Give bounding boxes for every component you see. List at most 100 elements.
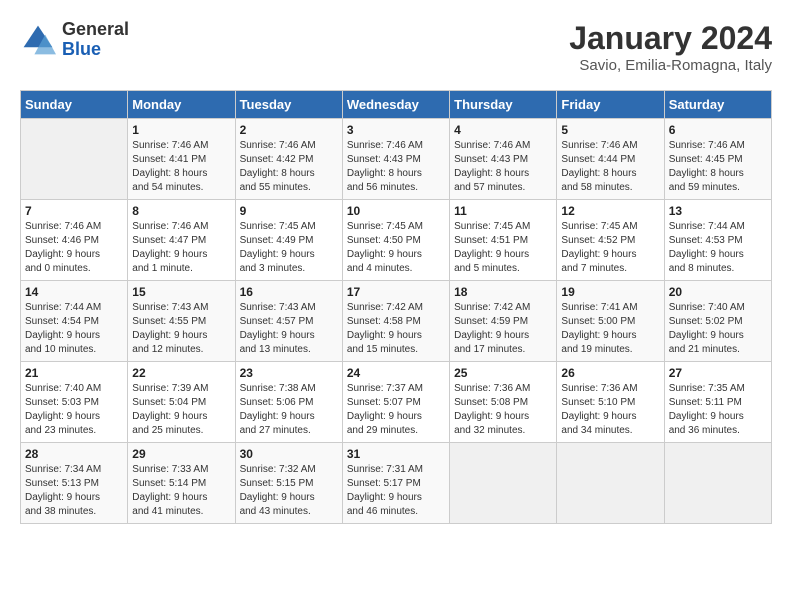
day-number: 8 xyxy=(132,204,230,218)
logo-icon xyxy=(20,22,56,58)
weekday-header-tuesday: Tuesday xyxy=(235,91,342,119)
calendar-cell: 18 Sunrise: 7:42 AM Sunset: 4:59 PM Dayli… xyxy=(450,281,557,362)
weekday-header-row: SundayMondayTuesdayWednesdayThursdayFrid… xyxy=(21,91,772,119)
day-number: 27 xyxy=(669,366,767,380)
location-title: Savio, Emilia-Romagna, Italy xyxy=(569,57,772,74)
cell-info: Sunrise: 7:45 AM Sunset: 4:49 PM Dayligh… xyxy=(240,220,338,276)
calendar-cell: 10 Sunrise: 7:45 AM Sunset: 4:50 PM Dayli… xyxy=(342,200,449,281)
calendar-cell: 30Sunrise: 7:32 AM Sunset: 5:15 PM Dayli… xyxy=(235,443,342,524)
cell-info: Sunrise: 7:46 AM Sunset: 4:42 PM Dayligh… xyxy=(240,139,338,195)
day-number: 1 xyxy=(132,123,230,137)
calendar-cell xyxy=(557,443,664,524)
day-number: 15 xyxy=(132,285,230,299)
calendar-cell: 12 Sunrise: 7:45 AM Sunset: 4:52 PM Dayli… xyxy=(557,200,664,281)
day-number: 12 xyxy=(561,204,659,218)
cell-info: Sunrise: 7:33 AM Sunset: 5:14 PM Dayligh… xyxy=(132,463,230,519)
cell-info: Sunrise: 7:46 AM Sunset: 4:44 PM Dayligh… xyxy=(561,139,659,195)
month-title: January 2024 xyxy=(569,20,772,57)
calendar-cell: 29 Sunrise: 7:33 AM Sunset: 5:14 PM Dayli… xyxy=(128,443,235,524)
calendar-cell: 7 Sunrise: 7:46 AM Sunset: 4:46 PM Daylig… xyxy=(21,200,128,281)
day-number: 6 xyxy=(669,123,767,137)
cell-info: Sunrise: 7:45 AM Sunset: 4:50 PM Dayligh… xyxy=(347,220,445,276)
cell-info: Sunrise: 7:46 AM Sunset: 4:41 PM Dayligh… xyxy=(132,139,230,195)
cell-info: Sunrise: 7:45 AM Sunset: 4:51 PM Dayligh… xyxy=(454,220,552,276)
day-number: 25 xyxy=(454,366,552,380)
calendar-week-row: 7 Sunrise: 7:46 AM Sunset: 4:46 PM Daylig… xyxy=(21,200,772,281)
cell-info: Sunrise: 7:46 AM Sunset: 4:46 PM Dayligh… xyxy=(25,220,123,276)
calendar-cell: 5 Sunrise: 7:46 AM Sunset: 4:44 PM Daylig… xyxy=(557,119,664,200)
day-number: 26 xyxy=(561,366,659,380)
cell-info: Sunrise: 7:40 AM Sunset: 5:02 PM Dayligh… xyxy=(669,301,767,357)
cell-info: Sunrise: 7:44 AM Sunset: 4:53 PM Dayligh… xyxy=(669,220,767,276)
cell-info: Sunrise: 7:46 AM Sunset: 4:43 PM Dayligh… xyxy=(454,139,552,195)
calendar-cell: 16Sunrise: 7:43 AM Sunset: 4:57 PM Dayli… xyxy=(235,281,342,362)
calendar-cell: 17Sunrise: 7:42 AM Sunset: 4:58 PM Dayli… xyxy=(342,281,449,362)
calendar-cell: 20 Sunrise: 7:40 AM Sunset: 5:02 PM Dayli… xyxy=(664,281,771,362)
calendar-cell: 11Sunrise: 7:45 AM Sunset: 4:51 PM Dayli… xyxy=(450,200,557,281)
calendar-cell xyxy=(21,119,128,200)
cell-info: Sunrise: 7:34 AM Sunset: 5:13 PM Dayligh… xyxy=(25,463,123,519)
calendar-cell xyxy=(450,443,557,524)
calendar-cell: 26 Sunrise: 7:36 AM Sunset: 5:10 PM Dayli… xyxy=(557,362,664,443)
calendar-cell: 6 Sunrise: 7:46 AM Sunset: 4:45 PM Daylig… xyxy=(664,119,771,200)
calendar-cell: 19Sunrise: 7:41 AM Sunset: 5:00 PM Dayli… xyxy=(557,281,664,362)
calendar-cell: 13 Sunrise: 7:44 AM Sunset: 4:53 PM Dayli… xyxy=(664,200,771,281)
day-number: 7 xyxy=(25,204,123,218)
cell-info: Sunrise: 7:31 AM Sunset: 5:17 PM Dayligh… xyxy=(347,463,445,519)
cell-info: Sunrise: 7:32 AM Sunset: 5:15 PM Dayligh… xyxy=(240,463,338,519)
cell-info: Sunrise: 7:42 AM Sunset: 4:58 PM Dayligh… xyxy=(347,301,445,357)
weekday-header-saturday: Saturday xyxy=(664,91,771,119)
page-header: General Blue January 2024 Savio, Emilia-… xyxy=(20,20,772,74)
day-number: 5 xyxy=(561,123,659,137)
day-number: 16 xyxy=(240,285,338,299)
cell-info: Sunrise: 7:44 AM Sunset: 4:54 PM Dayligh… xyxy=(25,301,123,357)
day-number: 20 xyxy=(669,285,767,299)
day-number: 13 xyxy=(669,204,767,218)
cell-info: Sunrise: 7:37 AM Sunset: 5:07 PM Dayligh… xyxy=(347,382,445,438)
day-number: 29 xyxy=(132,447,230,461)
day-number: 2 xyxy=(240,123,338,137)
cell-info: Sunrise: 7:42 AM Sunset: 4:59 PM Dayligh… xyxy=(454,301,552,357)
calendar-cell: 8 Sunrise: 7:46 AM Sunset: 4:47 PM Daylig… xyxy=(128,200,235,281)
calendar-cell: 31 Sunrise: 7:31 AM Sunset: 5:17 PM Dayli… xyxy=(342,443,449,524)
cell-info: Sunrise: 7:45 AM Sunset: 4:52 PM Dayligh… xyxy=(561,220,659,276)
calendar-cell: 22Sunrise: 7:39 AM Sunset: 5:04 PM Dayli… xyxy=(128,362,235,443)
cell-info: Sunrise: 7:43 AM Sunset: 4:55 PM Dayligh… xyxy=(132,301,230,357)
calendar-week-row: 14 Sunrise: 7:44 AM Sunset: 4:54 PM Dayli… xyxy=(21,281,772,362)
logo: General Blue xyxy=(20,20,129,60)
calendar-cell: 25Sunrise: 7:36 AM Sunset: 5:08 PM Dayli… xyxy=(450,362,557,443)
day-number: 24 xyxy=(347,366,445,380)
calendar-cell: 3Sunrise: 7:46 AM Sunset: 4:43 PM Daylig… xyxy=(342,119,449,200)
day-number: 18 xyxy=(454,285,552,299)
calendar-cell: 2 Sunrise: 7:46 AM Sunset: 4:42 PM Daylig… xyxy=(235,119,342,200)
cell-info: Sunrise: 7:39 AM Sunset: 5:04 PM Dayligh… xyxy=(132,382,230,438)
weekday-header-friday: Friday xyxy=(557,91,664,119)
day-number: 31 xyxy=(347,447,445,461)
calendar-week-row: 1 Sunrise: 7:46 AM Sunset: 4:41 PM Daylig… xyxy=(21,119,772,200)
day-number: 28 xyxy=(25,447,123,461)
day-number: 3 xyxy=(347,123,445,137)
calendar-table: SundayMondayTuesdayWednesdayThursdayFrid… xyxy=(20,90,772,524)
weekday-header-thursday: Thursday xyxy=(450,91,557,119)
cell-info: Sunrise: 7:46 AM Sunset: 4:47 PM Dayligh… xyxy=(132,220,230,276)
cell-info: Sunrise: 7:38 AM Sunset: 5:06 PM Dayligh… xyxy=(240,382,338,438)
cell-info: Sunrise: 7:41 AM Sunset: 5:00 PM Dayligh… xyxy=(561,301,659,357)
weekday-header-wednesday: Wednesday xyxy=(342,91,449,119)
cell-info: Sunrise: 7:36 AM Sunset: 5:10 PM Dayligh… xyxy=(561,382,659,438)
calendar-cell: 24 Sunrise: 7:37 AM Sunset: 5:07 PM Dayli… xyxy=(342,362,449,443)
logo-text: General Blue xyxy=(62,20,129,60)
calendar-cell: 4Sunrise: 7:46 AM Sunset: 4:43 PM Daylig… xyxy=(450,119,557,200)
weekday-header-sunday: Sunday xyxy=(21,91,128,119)
calendar-cell: 27 Sunrise: 7:35 AM Sunset: 5:11 PM Dayli… xyxy=(664,362,771,443)
calendar-cell: 14 Sunrise: 7:44 AM Sunset: 4:54 PM Dayli… xyxy=(21,281,128,362)
calendar-cell: 9 Sunrise: 7:45 AM Sunset: 4:49 PM Daylig… xyxy=(235,200,342,281)
calendar-week-row: 21 Sunrise: 7:40 AM Sunset: 5:03 PM Dayli… xyxy=(21,362,772,443)
cell-info: Sunrise: 7:46 AM Sunset: 4:45 PM Dayligh… xyxy=(669,139,767,195)
day-number: 14 xyxy=(25,285,123,299)
day-number: 21 xyxy=(25,366,123,380)
calendar-cell: 15 Sunrise: 7:43 AM Sunset: 4:55 PM Dayli… xyxy=(128,281,235,362)
day-number: 10 xyxy=(347,204,445,218)
cell-info: Sunrise: 7:40 AM Sunset: 5:03 PM Dayligh… xyxy=(25,382,123,438)
day-number: 9 xyxy=(240,204,338,218)
cell-info: Sunrise: 7:35 AM Sunset: 5:11 PM Dayligh… xyxy=(669,382,767,438)
